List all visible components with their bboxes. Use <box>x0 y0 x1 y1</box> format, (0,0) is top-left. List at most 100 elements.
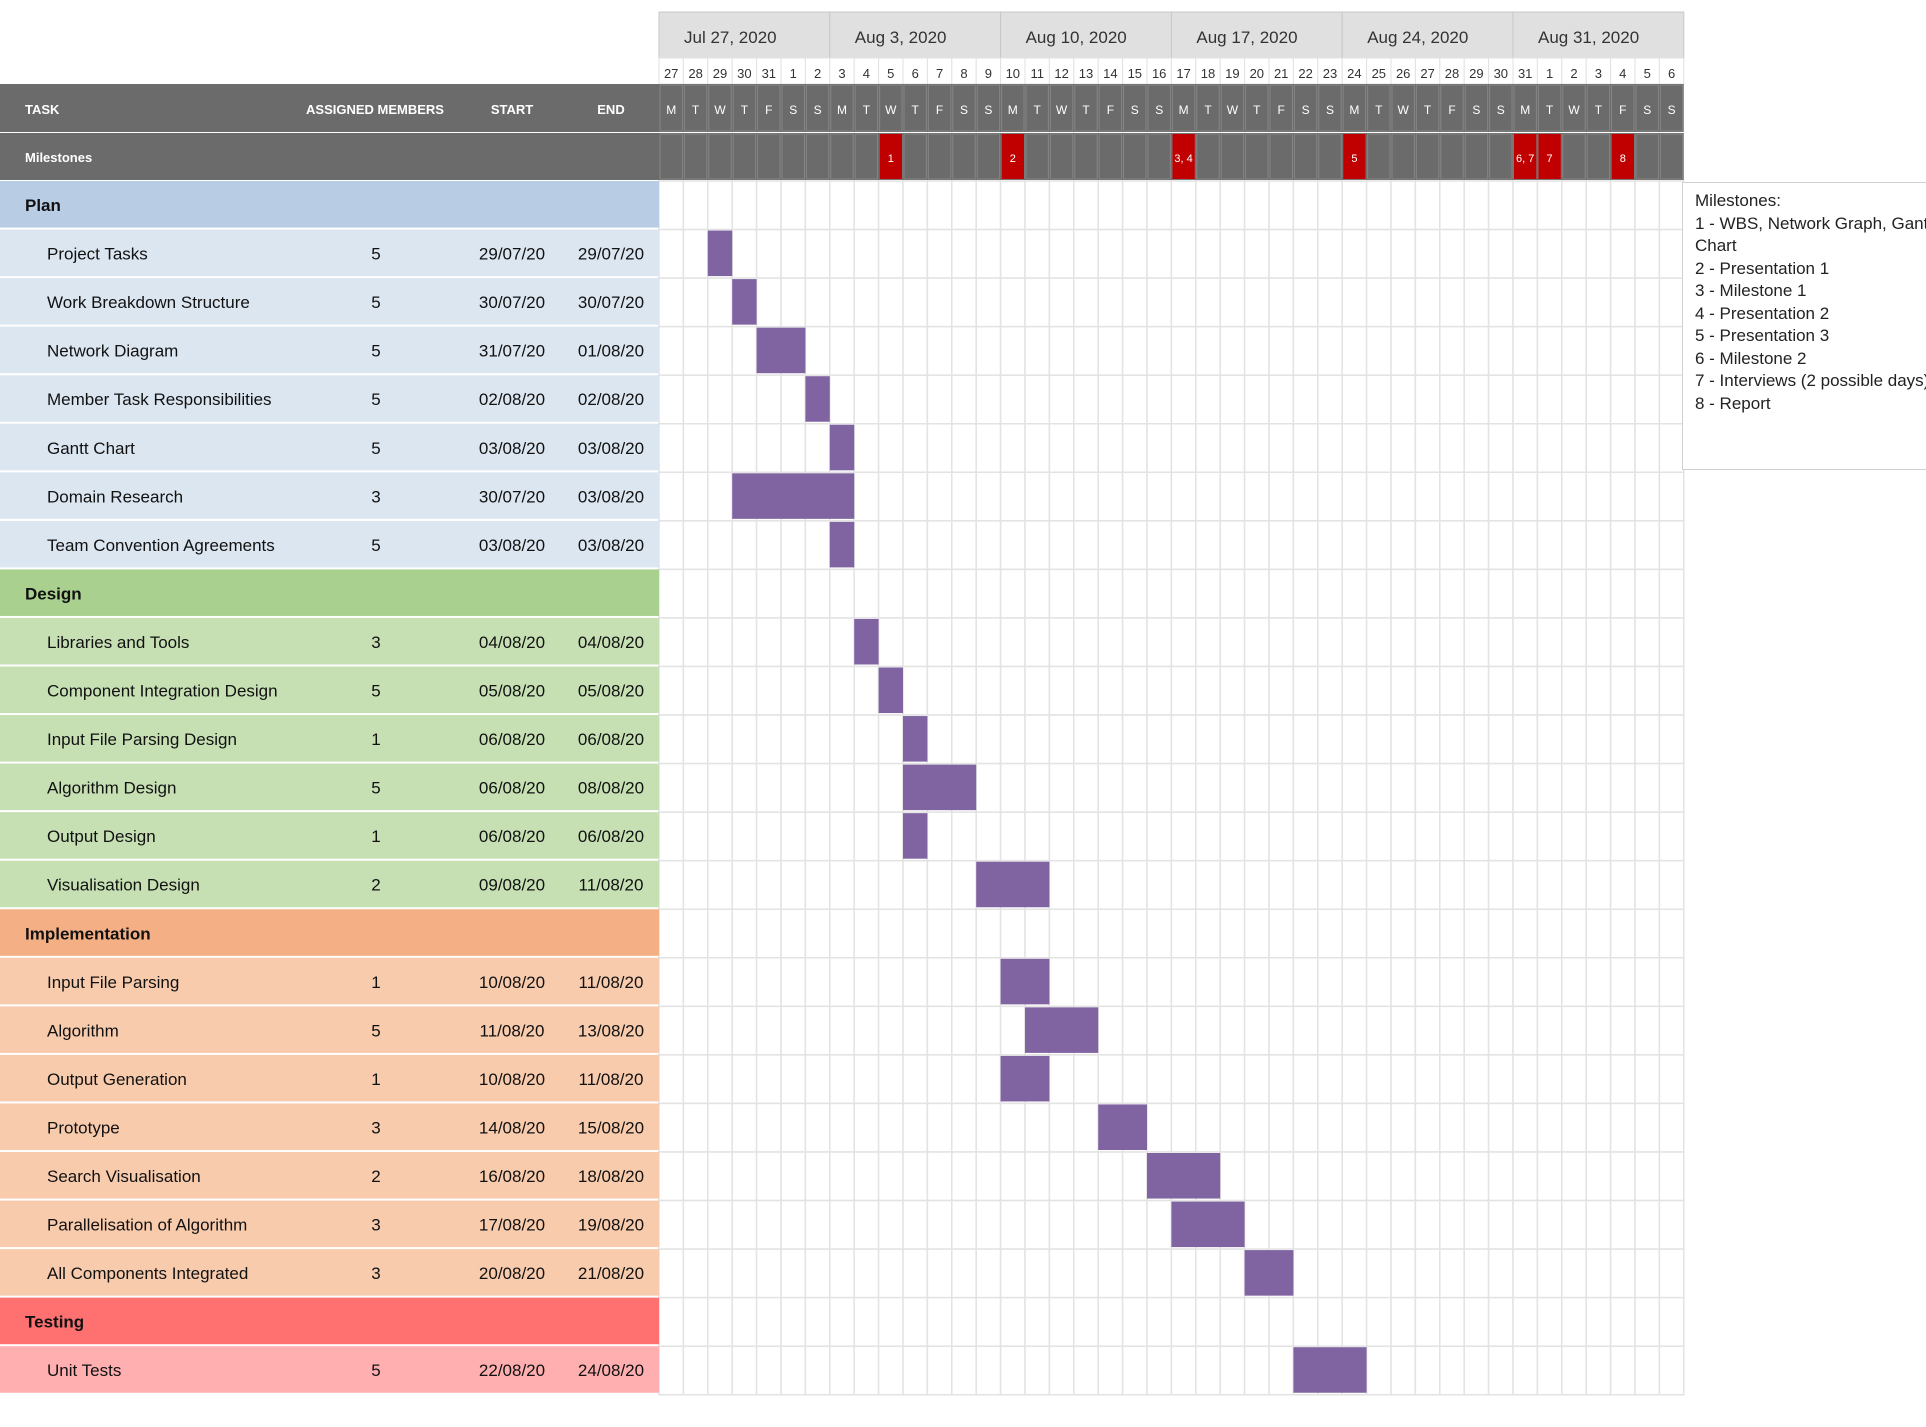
milestones-legend-line: 2 - Presentation 1 <box>1695 258 1830 278</box>
grid-cell <box>780 714 807 765</box>
day-number: 12 <box>1054 66 1068 81</box>
grid-cell <box>1512 374 1539 425</box>
task-name: Output Design <box>47 827 156 846</box>
task-start: 20/08/20 <box>479 1264 545 1283</box>
grid-cell <box>1634 617 1661 668</box>
day-letter: W <box>1398 103 1410 117</box>
grid-cell <box>1390 568 1417 619</box>
task-start: 10/08/20 <box>479 1070 545 1089</box>
grid-cell <box>951 1102 977 1153</box>
grid-cell <box>853 1054 880 1105</box>
grid-cell <box>1024 1345 1051 1396</box>
grid-cell <box>1243 859 1270 911</box>
grid-cell <box>1561 908 1587 959</box>
grid-cell <box>975 374 1002 425</box>
grid-cell <box>755 1102 782 1153</box>
grid-cell <box>1658 374 1685 425</box>
grid-cell <box>682 568 709 619</box>
grid-cell <box>1048 520 1075 571</box>
task-start: 22/08/20 <box>479 1361 545 1380</box>
grid-cell <box>1585 520 1612 571</box>
grid-cell <box>1512 1151 1539 1202</box>
group-name: Design <box>25 584 82 603</box>
grid-cell <box>1146 520 1173 571</box>
grid-cell <box>1585 714 1612 765</box>
grid-cell <box>1097 1248 1124 1299</box>
grid-cell <box>1439 1296 1465 1347</box>
grid-cell <box>951 1248 977 1299</box>
task-members: 5 <box>371 439 380 458</box>
grid-cell <box>1292 811 1319 862</box>
grid-cell <box>1170 617 1197 668</box>
grid-cell <box>1219 228 1246 279</box>
grid-cell <box>1317 1102 1343 1153</box>
grid-cell <box>1390 1248 1417 1299</box>
grid-cell <box>1414 859 1441 911</box>
grid-cell <box>755 520 782 571</box>
grid-cell <box>1268 180 1295 231</box>
task-name: Input File Parsing <box>47 973 179 992</box>
grid-cell <box>1024 665 1051 716</box>
grid-cell <box>1609 714 1636 765</box>
grid-cell <box>1219 908 1246 959</box>
grid-cell <box>780 957 807 1008</box>
grid-cell <box>707 714 733 765</box>
grid-cell <box>1609 1345 1636 1396</box>
task-bar <box>1171 1201 1245 1248</box>
grid-cell <box>926 665 953 716</box>
grid-cell <box>1463 471 1490 522</box>
day-number: 5 <box>887 66 894 81</box>
grid-cell <box>1243 228 1270 279</box>
grid-cell <box>1195 908 1221 959</box>
grid-cell <box>1512 1102 1539 1153</box>
grid-cell <box>1073 859 1099 911</box>
grid-cell <box>1170 1054 1197 1105</box>
grid-cell <box>1512 1054 1539 1105</box>
grid-cell <box>1219 374 1246 425</box>
grid-cell <box>1341 1102 1368 1153</box>
grid-cell <box>951 277 977 328</box>
day-letter: S <box>1668 103 1676 117</box>
grid-cell <box>951 811 977 862</box>
day-letter: S <box>1155 103 1163 117</box>
day-letter: S <box>789 103 797 117</box>
grid-cell <box>1024 325 1051 376</box>
grid-cell <box>1024 568 1051 619</box>
grid-cell <box>877 811 904 862</box>
task-name: Team Convention Agreements <box>47 536 275 555</box>
grid-cell <box>755 859 782 911</box>
grid-cell <box>1634 520 1661 571</box>
grid-cell <box>1195 1054 1221 1105</box>
grid-cell <box>707 1345 733 1396</box>
grid-cell <box>1292 568 1319 619</box>
grid-cell <box>755 1199 782 1250</box>
grid-cell <box>731 1151 758 1202</box>
day-letter: S <box>1131 103 1139 117</box>
grid-cell <box>1048 568 1075 619</box>
grid-cell <box>1097 1005 1124 1056</box>
grid-cell <box>1195 1102 1221 1153</box>
grid-cell <box>1195 811 1221 862</box>
grid-cell <box>1073 1102 1099 1153</box>
grid-cell <box>1365 714 1392 765</box>
grid-cell <box>1439 1248 1465 1299</box>
grid-cell <box>1634 180 1661 231</box>
grid-cell <box>877 471 904 522</box>
task-bar <box>707 230 733 277</box>
grid-cell <box>877 617 904 668</box>
grid-cell <box>1341 811 1368 862</box>
grid-cell <box>804 811 831 862</box>
week-label: Aug 31, 2020 <box>1538 28 1639 47</box>
grid-cell <box>877 1296 904 1347</box>
grid-cell <box>1634 908 1661 959</box>
grid-cell <box>1317 665 1343 716</box>
task-bar <box>829 424 855 471</box>
grid-cell <box>1341 1296 1368 1347</box>
day-number: 1 <box>1546 66 1553 81</box>
grid-cell <box>1097 762 1124 813</box>
grid-cell <box>1121 617 1148 668</box>
day-letter: S <box>1497 103 1505 117</box>
grid-cell <box>1268 1345 1295 1396</box>
task-name: Parallelisation of Algorithm <box>47 1216 247 1235</box>
grid-cell <box>1414 277 1441 328</box>
